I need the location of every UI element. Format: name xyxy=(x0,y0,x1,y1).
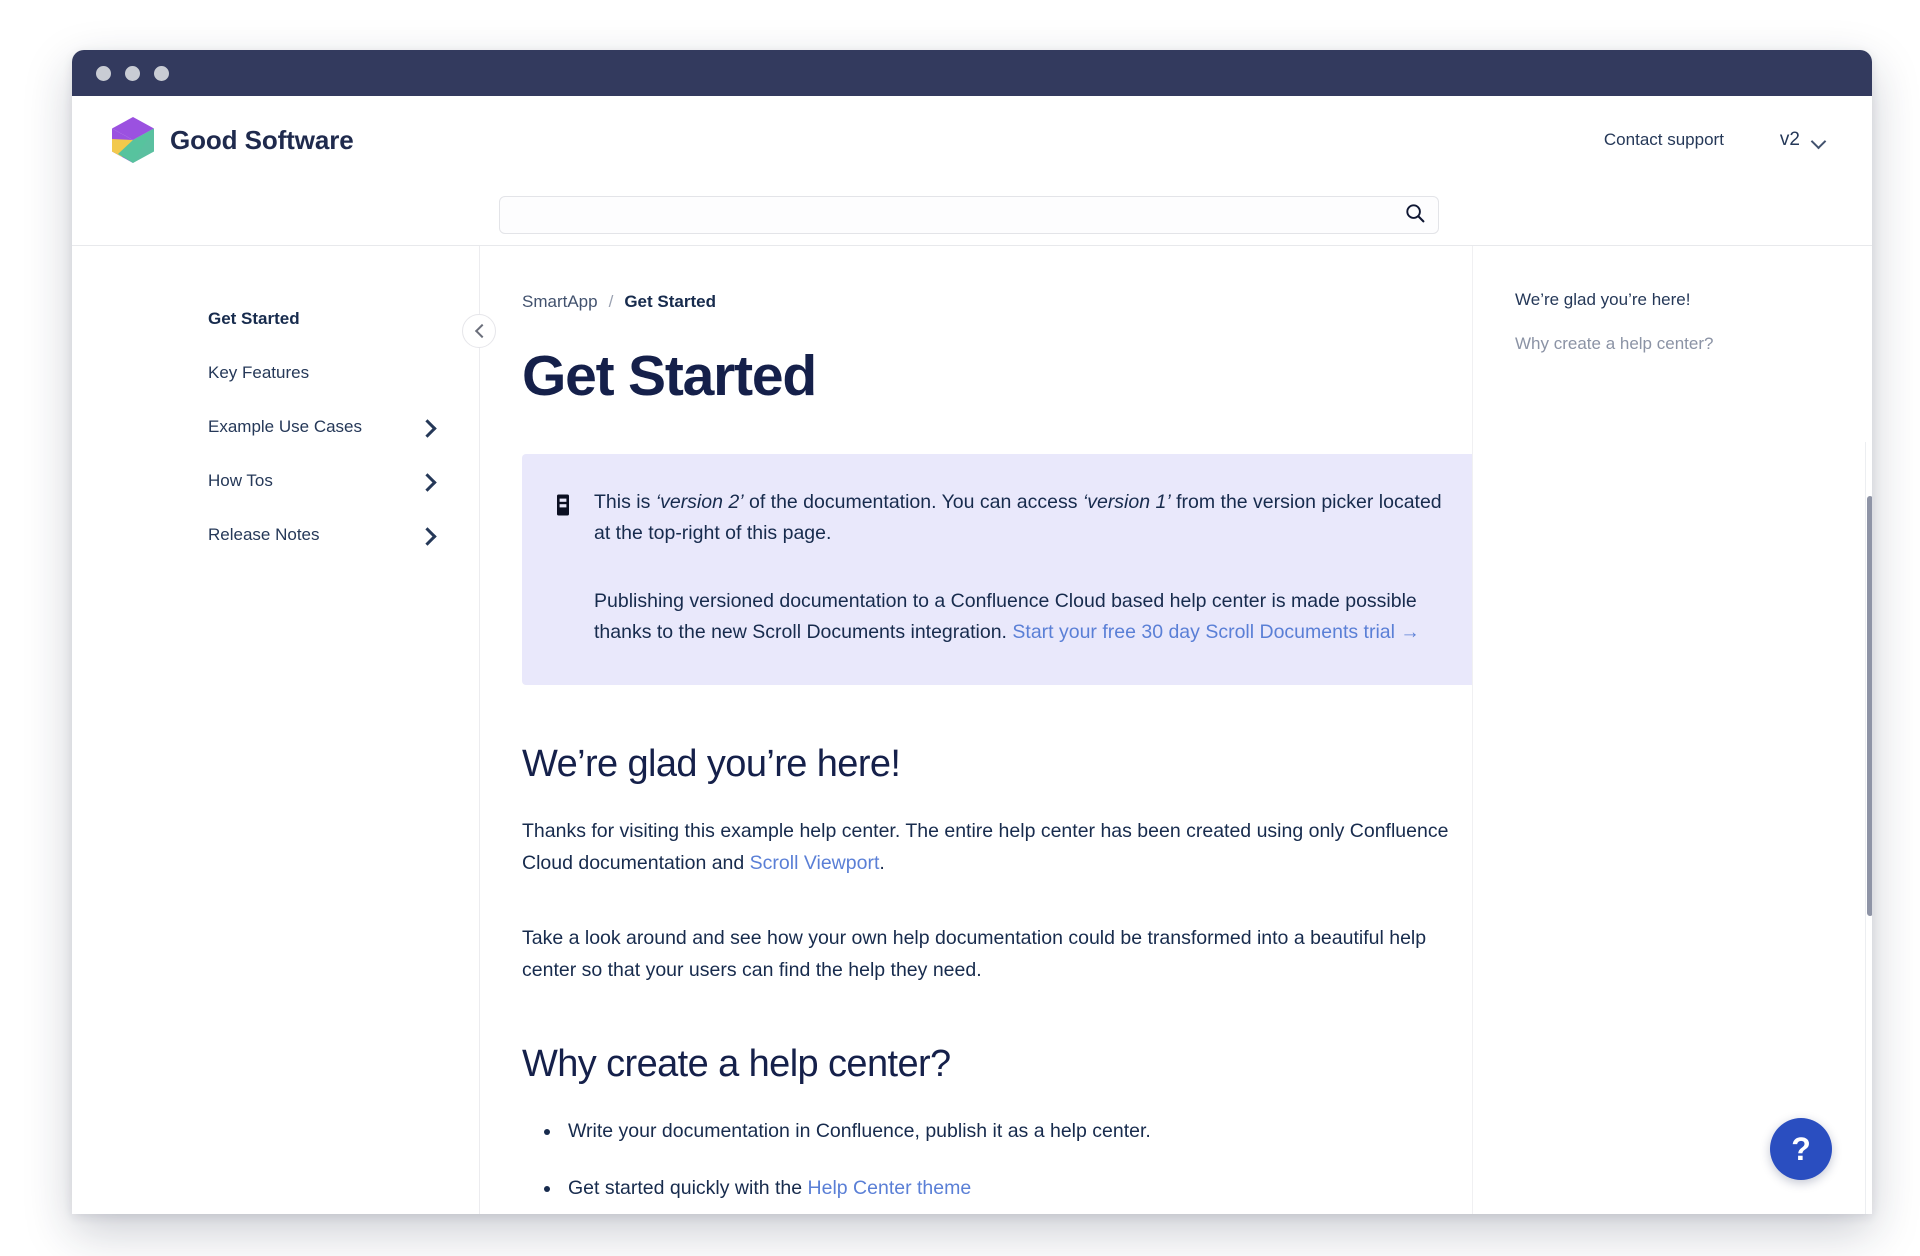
scroll-documents-trial-link[interactable]: Start your free 30 day Scroll Documents … xyxy=(1012,621,1420,643)
callout-text: This is ‘version 2’ of the documentation… xyxy=(594,487,1452,649)
header-actions: Contact support v2 xyxy=(1604,129,1826,151)
search-wrapper xyxy=(499,195,1439,234)
sidebar-item-example-use-cases[interactable]: Example Use Cases xyxy=(72,400,479,454)
list-item: Write your documentation in Confluence, … xyxy=(522,1116,1472,1147)
breadcrumb-root[interactable]: SmartApp xyxy=(522,292,598,312)
breadcrumb: SmartApp / Get Started xyxy=(522,292,1472,312)
sidebar-item-get-started[interactable]: Get Started xyxy=(72,292,479,346)
chevron-left-icon xyxy=(474,326,484,336)
section1-paragraph-2: Take a look around and see how your own … xyxy=(522,927,1427,982)
bullet2-text: Get started quickly with the xyxy=(568,1177,808,1200)
site-header: Good Software Contact support v2 xyxy=(72,96,1872,184)
section1-p1-a: Thanks for visiting this example help ce… xyxy=(522,819,1449,874)
section-heading-glad: We’re glad you’re here! xyxy=(522,742,901,785)
callout-paragraph-2: Publishing versioned documentation to a … xyxy=(594,586,1452,649)
section1-paragraph-1: Thanks for visiting this example help ce… xyxy=(522,816,1472,880)
cube-logo-icon xyxy=(112,117,154,163)
sidebar-item-label: Release Notes xyxy=(208,525,320,544)
sidebar-item-key-features[interactable]: Key Features xyxy=(72,346,479,400)
chevron-right-icon[interactable] xyxy=(421,475,433,487)
sidebar-item-how-tos[interactable]: How Tos xyxy=(72,454,479,508)
brand-name: Good Software xyxy=(170,124,354,155)
search-button[interactable] xyxy=(1401,201,1429,229)
callout-p1-em1: ‘version 2’ xyxy=(655,490,744,513)
sidebar-collapse-button[interactable] xyxy=(462,314,496,348)
sidebar-item-label: Key Features xyxy=(208,363,310,382)
window-titlebar xyxy=(72,50,1872,96)
main-content: SmartApp / Get Started Get Started This … xyxy=(480,246,1472,1214)
contact-support-link[interactable]: Contact support xyxy=(1604,130,1724,150)
search-bar-row xyxy=(72,184,1872,246)
callout-p1-em2: ‘version 1’ xyxy=(1082,490,1171,513)
version-callout-panel: This is ‘version 2’ of the documentation… xyxy=(522,453,1472,685)
page-scrollbar-thumb[interactable] xyxy=(1867,496,1872,916)
sidebar-item-label: How Tos xyxy=(208,471,273,490)
sidebar-item-release-notes[interactable]: Release Notes xyxy=(72,508,479,562)
window-minimize-dot[interactable] xyxy=(125,65,140,81)
sidebar-item-label: Example Use Cases xyxy=(208,417,363,436)
note-icon xyxy=(554,487,572,649)
sidebar-nav: Get Started Key Features Example Use Cas… xyxy=(72,246,496,1214)
table-of-contents: We’re glad you’re here! Why create a hel… xyxy=(1472,246,1872,1214)
callout-paragraph-1: This is ‘version 2’ of the documentation… xyxy=(594,487,1452,550)
browser-window: Good Software Contact support v2 Get Sta… xyxy=(72,50,1872,1214)
scroll-viewport-link[interactable]: Scroll Viewport xyxy=(750,852,880,874)
version-picker[interactable]: v2 xyxy=(1780,129,1826,151)
chevron-right-icon[interactable] xyxy=(421,529,433,541)
benefits-list: Write your documentation in Confluence, … xyxy=(522,1116,1472,1204)
callout-p1-a: This is xyxy=(594,490,656,513)
section1-p1-b: . xyxy=(879,851,885,874)
page-title: Get Started xyxy=(522,344,817,408)
window-close-dot[interactable] xyxy=(96,65,111,81)
breadcrumb-separator: / xyxy=(608,292,614,311)
help-center-theme-link[interactable]: Help Center theme xyxy=(808,1177,972,1199)
toc-item-why-create-help-center[interactable]: Why create a help center? xyxy=(1515,332,1832,357)
list-item: Get started quickly with the Help Center… xyxy=(522,1173,1472,1204)
page-body: Get Started Key Features Example Use Cas… xyxy=(72,246,1872,1214)
toc-item-glad-youre-here[interactable]: We’re glad you’re here! xyxy=(1515,288,1832,313)
page-scrollbar-track[interactable] xyxy=(1865,442,1872,1214)
breadcrumb-current: Get Started xyxy=(624,292,716,311)
help-button[interactable]: ? xyxy=(1770,1118,1832,1180)
brand-home-link[interactable]: Good Software xyxy=(112,117,354,163)
section-heading-why: Why create a help center? xyxy=(522,1042,951,1085)
callout-p1-b: of the documentation. You can access xyxy=(743,490,1083,513)
window-maximize-dot[interactable] xyxy=(154,65,169,81)
search-icon xyxy=(1404,202,1426,227)
chevron-down-icon xyxy=(1812,136,1826,145)
sidebar-item-label: Get Started xyxy=(208,309,300,328)
search-input[interactable] xyxy=(499,195,1439,234)
chevron-right-icon[interactable] xyxy=(421,421,433,433)
version-picker-label: v2 xyxy=(1779,129,1800,150)
